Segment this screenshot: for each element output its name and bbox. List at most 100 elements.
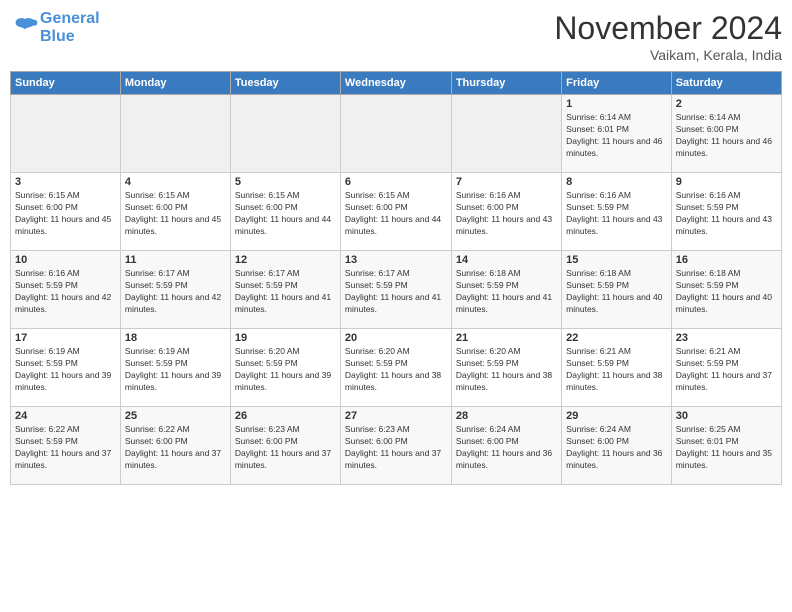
day-info-line: Sunset: 6:00 PM [456,202,557,214]
day-info-line: Daylight: 11 hours and 43 minutes. [566,214,667,238]
calendar-cell: 17Sunrise: 6:19 AMSunset: 5:59 PMDayligh… [11,329,121,407]
day-info: Sunrise: 6:22 AMSunset: 5:59 PMDaylight:… [15,424,116,472]
day-number: 30 [676,410,777,422]
day-info-line: Sunset: 5:59 PM [235,280,336,292]
calendar-cell: 30Sunrise: 6:25 AMSunset: 6:01 PMDayligh… [671,407,781,485]
day-info-line: Sunrise: 6:23 AM [345,424,447,436]
day-info-line: Daylight: 11 hours and 42 minutes. [15,292,116,316]
day-info-line: Daylight: 11 hours and 37 minutes. [15,448,116,472]
col-thursday: Thursday [451,72,561,95]
day-info-line: Daylight: 11 hours and 42 minutes. [125,292,226,316]
day-info-line: Sunset: 6:01 PM [676,436,777,448]
day-info-line: Daylight: 11 hours and 38 minutes. [456,370,557,394]
day-info-line: Sunset: 5:59 PM [676,202,777,214]
col-tuesday: Tuesday [230,72,340,95]
calendar-cell: 25Sunrise: 6:22 AMSunset: 6:00 PMDayligh… [120,407,230,485]
day-info: Sunrise: 6:24 AMSunset: 6:00 PMDaylight:… [456,424,557,472]
calendar-cell: 8Sunrise: 6:16 AMSunset: 5:59 PMDaylight… [562,173,672,251]
day-info-line: Sunset: 6:00 PM [676,124,777,136]
logo: General Blue [10,10,100,45]
day-info: Sunrise: 6:17 AMSunset: 5:59 PMDaylight:… [345,268,447,316]
day-info: Sunrise: 6:20 AMSunset: 5:59 PMDaylight:… [456,346,557,394]
day-info-line: Daylight: 11 hours and 37 minutes. [345,448,447,472]
day-info-line: Sunrise: 6:15 AM [125,190,226,202]
day-number: 1 [566,98,667,110]
calendar-week-row: 3Sunrise: 6:15 AMSunset: 6:00 PMDaylight… [11,173,782,251]
day-info-line: Sunrise: 6:22 AM [15,424,116,436]
day-number: 16 [676,254,777,266]
day-info-line: Daylight: 11 hours and 41 minutes. [345,292,447,316]
day-info-line: Sunset: 5:59 PM [345,280,447,292]
logo-text: General Blue [40,10,100,45]
day-info-line: Daylight: 11 hours and 36 minutes. [566,448,667,472]
day-info-line: Sunset: 6:00 PM [235,202,336,214]
day-number: 5 [235,176,336,188]
day-info-line: Daylight: 11 hours and 43 minutes. [456,214,557,238]
calendar-cell: 28 Sunrise: 6:24 AMSunset: 6:00 PMDayligh… [451,407,561,485]
day-number: 17 [15,332,116,344]
calendar-cell [120,95,230,173]
day-info-line: Daylight: 11 hours and 35 minutes. [676,448,777,472]
day-info-line: Sunset: 5:59 PM [345,358,447,370]
calendar-cell: 24Sunrise: 6:22 AMSunset: 5:59 PMDayligh… [11,407,121,485]
day-info-line: Sunset: 6:00 PM [345,202,447,214]
day-info-line: Daylight: 11 hours and 37 minutes. [125,448,226,472]
day-number: 22 [566,332,667,344]
day-info-line: Daylight: 11 hours and 38 minutes. [345,370,447,394]
day-info: Sunrise: 6:16 AMSunset: 5:59 PMDaylight:… [676,190,777,238]
day-info-line: Sunset: 5:59 PM [566,358,667,370]
col-friday: Friday [562,72,672,95]
day-number: 6 [345,176,447,188]
day-number: 11 [125,254,226,266]
calendar-week-row: 24Sunrise: 6:22 AMSunset: 5:59 PMDayligh… [11,407,782,485]
day-info: Sunrise: 6:18 AMSunset: 5:59 PMDaylight:… [566,268,667,316]
day-number: 28 [456,410,557,422]
day-info-line: Sunset: 5:59 PM [566,280,667,292]
day-info: Sunrise: 6:15 AMSunset: 6:00 PMDaylight:… [15,190,116,238]
calendar-cell [11,95,121,173]
day-info-line: Daylight: 11 hours and 46 minutes. [566,136,667,160]
calendar-cell: 11 Sunrise: 6:17 AMSunset: 5:59 PMDayligh… [120,251,230,329]
day-info-line: Daylight: 11 hours and 40 minutes. [566,292,667,316]
day-info-line: Sunset: 6:00 PM [125,202,226,214]
day-info-line: Sunrise: 6:24 AM [566,424,667,436]
day-info-line: Sunset: 5:59 PM [15,358,116,370]
calendar-cell: 2Sunrise: 6:14 AMSunset: 6:00 PMDaylight… [671,95,781,173]
calendar-cell: 9Sunrise: 6:16 AMSunset: 5:59 PMDaylight… [671,173,781,251]
day-info-line: Sunset: 5:59 PM [456,280,557,292]
day-info-line: Sunrise: 6:17 AM [125,268,226,280]
calendar-cell: 14Sunrise: 6:18 AMSunset: 5:59 PMDayligh… [451,251,561,329]
day-info-line: Sunset: 6:00 PM [566,436,667,448]
day-info-line: Sunrise: 6:16 AM [456,190,557,202]
day-info-line: Sunrise: 6:23 AM [235,424,336,436]
day-info-line: Sunrise: 6:17 AM [345,268,447,280]
day-info-line: Daylight: 11 hours and 41 minutes. [456,292,557,316]
day-info-line: Sunset: 6:00 PM [235,436,336,448]
calendar-cell: 22 Sunrise: 6:21 AMSunset: 5:59 PMDayligh… [562,329,672,407]
day-info-line: Sunset: 5:59 PM [125,280,226,292]
day-info-line: Sunrise: 6:21 AM [676,346,777,358]
month-title: November 2024 [554,10,782,47]
calendar-cell: 21Sunrise: 6:20 AMSunset: 5:59 PMDayligh… [451,329,561,407]
day-info-line: Daylight: 11 hours and 43 minutes. [676,214,777,238]
day-info-line: Sunset: 5:59 PM [235,358,336,370]
day-info: Sunrise: 6:15 AMSunset: 6:00 PMDaylight:… [235,190,336,238]
day-number: 20 [345,332,447,344]
day-info: Sunrise: 6:20 AMSunset: 5:59 PMDaylight:… [345,346,447,394]
day-number: 23 [676,332,777,344]
day-info: Sunrise: 6:18 AMSunset: 5:59 PMDaylight:… [456,268,557,316]
day-number: 10 [15,254,116,266]
day-info-line: Sunrise: 6:21 AM [566,346,667,358]
day-info-line: Sunrise: 6:18 AM [456,268,557,280]
col-sunday: Sunday [11,72,121,95]
day-number: 12 [235,254,336,266]
day-info-line: Daylight: 11 hours and 38 minutes. [566,370,667,394]
day-info-line: Sunrise: 6:15 AM [235,190,336,202]
calendar-week-row: 10Sunrise: 6:16 AMSunset: 5:59 PMDayligh… [11,251,782,329]
location: Vaikam, Kerala, India [554,47,782,63]
day-info-line: Sunset: 6:00 PM [456,436,557,448]
day-info-line: Sunrise: 6:16 AM [15,268,116,280]
day-info-line: Daylight: 11 hours and 37 minutes. [235,448,336,472]
calendar-cell: 27Sunrise: 6:23 AMSunset: 6:00 PMDayligh… [340,407,451,485]
day-info-line: Sunrise: 6:18 AM [676,268,777,280]
